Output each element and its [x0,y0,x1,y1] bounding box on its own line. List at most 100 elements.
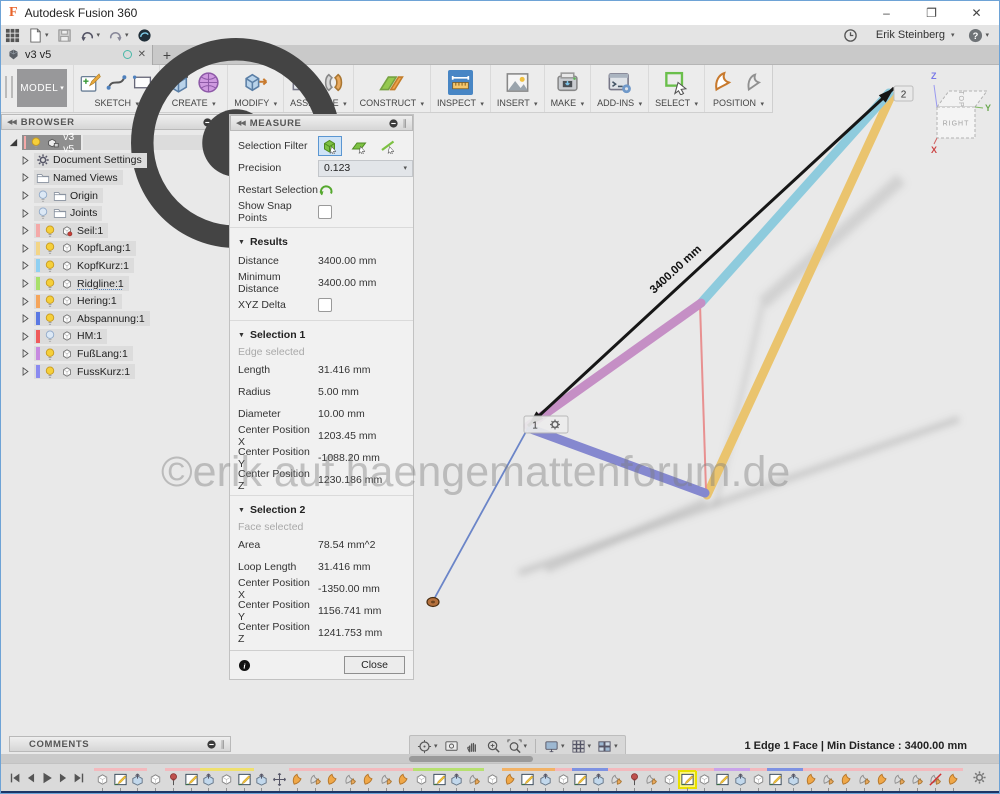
expand-icon[interactable] [19,277,32,290]
pan-button[interactable] [465,739,480,754]
save-button[interactable] [57,28,72,43]
timeline-feature-j2[interactable] [857,767,872,791]
timeline-feature-icon[interactable] [184,772,199,787]
selection-marker-2[interactable]: 2 [894,86,913,101]
ribbon-group-label[interactable]: ADD-INS ▾ [597,97,642,110]
timeline-feature-icon[interactable] [290,772,305,787]
timeline-feature-pi[interactable] [627,767,642,791]
bulb-on-icon[interactable] [43,241,57,255]
timeline-feature-icon[interactable] [609,772,624,787]
timeline-feature-icon[interactable] [680,772,695,787]
timeline-feature-bo[interactable] [414,767,429,791]
ribbon-group-label[interactable]: SELECT ▾ [655,97,698,110]
timeline-feature-jo[interactable] [361,767,376,791]
ribbon-group-label[interactable]: INSPECT ▾ [437,97,484,110]
expand-icon[interactable] [19,242,32,255]
browser-item-fusskurz1[interactable]: FussKurz:1 [5,363,227,381]
panel-options-icon[interactable] [206,739,217,750]
bulb-off-icon[interactable] [36,189,50,203]
timeline-scrollbar[interactable] [1,754,999,763]
timeline-feature-mv[interactable] [272,767,287,791]
timeline-feature-sk[interactable] [768,767,783,791]
measure-panel-header[interactable]: ◀◀ MEASURE ∥ [230,115,413,131]
tube-side-yellow[interactable] [707,96,891,495]
rope-red[interactable] [700,304,706,490]
timeline-feature-jo[interactable] [946,767,961,791]
print-3d-icon[interactable] [555,70,580,95]
timeline-feature-ex[interactable] [733,767,748,791]
timeline-feature-icon[interactable] [201,772,216,787]
timeline-feature-icon[interactable] [662,772,677,787]
timeline-feature-sk[interactable] [520,767,535,791]
timeline-play-button[interactable] [40,771,54,785]
bulb-on-icon[interactable] [43,294,57,308]
close-button[interactable]: ✕ [954,1,999,25]
browser-item-fulang1[interactable]: FußLang:1 [5,345,227,363]
panel-options-icon[interactable] [388,118,399,129]
timeline-feature-j2[interactable] [609,767,624,791]
select-window-icon[interactable] [664,70,689,95]
timeline-feature-jo[interactable] [875,767,890,791]
selection-marker-1[interactable]: 1 [524,416,568,433]
comments-bar[interactable]: COMMENTS ∥ [9,736,231,753]
precision-dropdown[interactable]: 0.123▾ [318,160,413,177]
user-menu[interactable]: Erik Steinberg [876,29,945,41]
expand-icon[interactable] [19,207,32,220]
measure-icon[interactable] [448,70,473,95]
timeline-feature-sk[interactable] [715,767,730,791]
timeline-feature-icon[interactable] [308,772,323,787]
expand-open-icon[interactable] [7,136,20,149]
ribbon-grip[interactable] [5,76,13,98]
timeline-feature-bo[interactable] [485,767,500,791]
ribbon-group-label[interactable]: MAKE ▾ [551,97,585,110]
timeline-feature-jo[interactable] [396,767,411,791]
timeline-feature-j2[interactable] [892,767,907,791]
filter-edge-button[interactable] [376,136,400,156]
clock-icon[interactable] [843,28,858,43]
revert-position-icon[interactable] [741,70,766,95]
timeline-feature-icon[interactable] [946,772,961,787]
timeline-feature-icon[interactable] [892,772,907,787]
timeline-feature-ex[interactable] [538,767,553,791]
timeline-feature-icon[interactable] [148,772,163,787]
bulb-on-icon[interactable] [29,136,43,150]
display-settings-button[interactable]: ▾ [544,739,565,754]
panel-grip-icon[interactable]: ∥ [221,739,226,750]
timeline-step-back-button[interactable] [24,771,38,785]
timeline-feature-icon[interactable] [361,772,376,787]
timeline-feature-icon[interactable] [857,772,872,787]
results-section-header[interactable]: ▼Results [230,232,413,250]
timeline-feature-icon[interactable] [432,772,447,787]
timeline-feature-icon[interactable] [733,772,748,787]
timeline-feature-icon[interactable] [786,772,801,787]
timeline-feature-icon[interactable] [485,772,500,787]
timeline-feature-icon[interactable] [254,772,269,787]
minimize-button[interactable]: – [864,1,909,25]
timeline-go-end-button[interactable] [72,771,86,785]
expand-icon[interactable] [19,330,32,343]
bulb-on-icon[interactable] [43,365,57,379]
timeline-feature-icon[interactable] [751,772,766,787]
insert-image-icon[interactable] [505,70,530,95]
timeline-feature-icon[interactable] [556,772,571,787]
grid-settings-button[interactable]: ▾ [571,739,592,754]
timeline-feature-bo[interactable] [662,767,677,791]
timeline-feature-icon[interactable] [467,772,482,787]
help-icon[interactable]: ? [968,28,983,43]
rope-blue[interactable] [433,428,528,601]
timeline-feature-jo[interactable] [290,767,305,791]
timeline-feature-icon[interactable] [928,772,943,787]
filter-face-button[interactable] [347,136,371,156]
expand-icon[interactable] [19,259,32,272]
expand-icon[interactable] [19,347,32,360]
timeline-feature-icon[interactable] [396,772,411,787]
timeline-feature-icon[interactable] [910,772,925,787]
timeline-feature-icon[interactable] [113,772,128,787]
timeline-feature-sk[interactable] [184,767,199,791]
timeline-feature-bo[interactable] [556,767,571,791]
selection2-section-header[interactable]: ▼Selection 2 [230,500,413,518]
orbit-button[interactable]: ▾ [417,739,438,754]
timeline-feature-icon[interactable] [538,772,553,787]
timeline-feature-j2[interactable] [308,767,323,791]
timeline-feature-icon[interactable] [804,772,819,787]
